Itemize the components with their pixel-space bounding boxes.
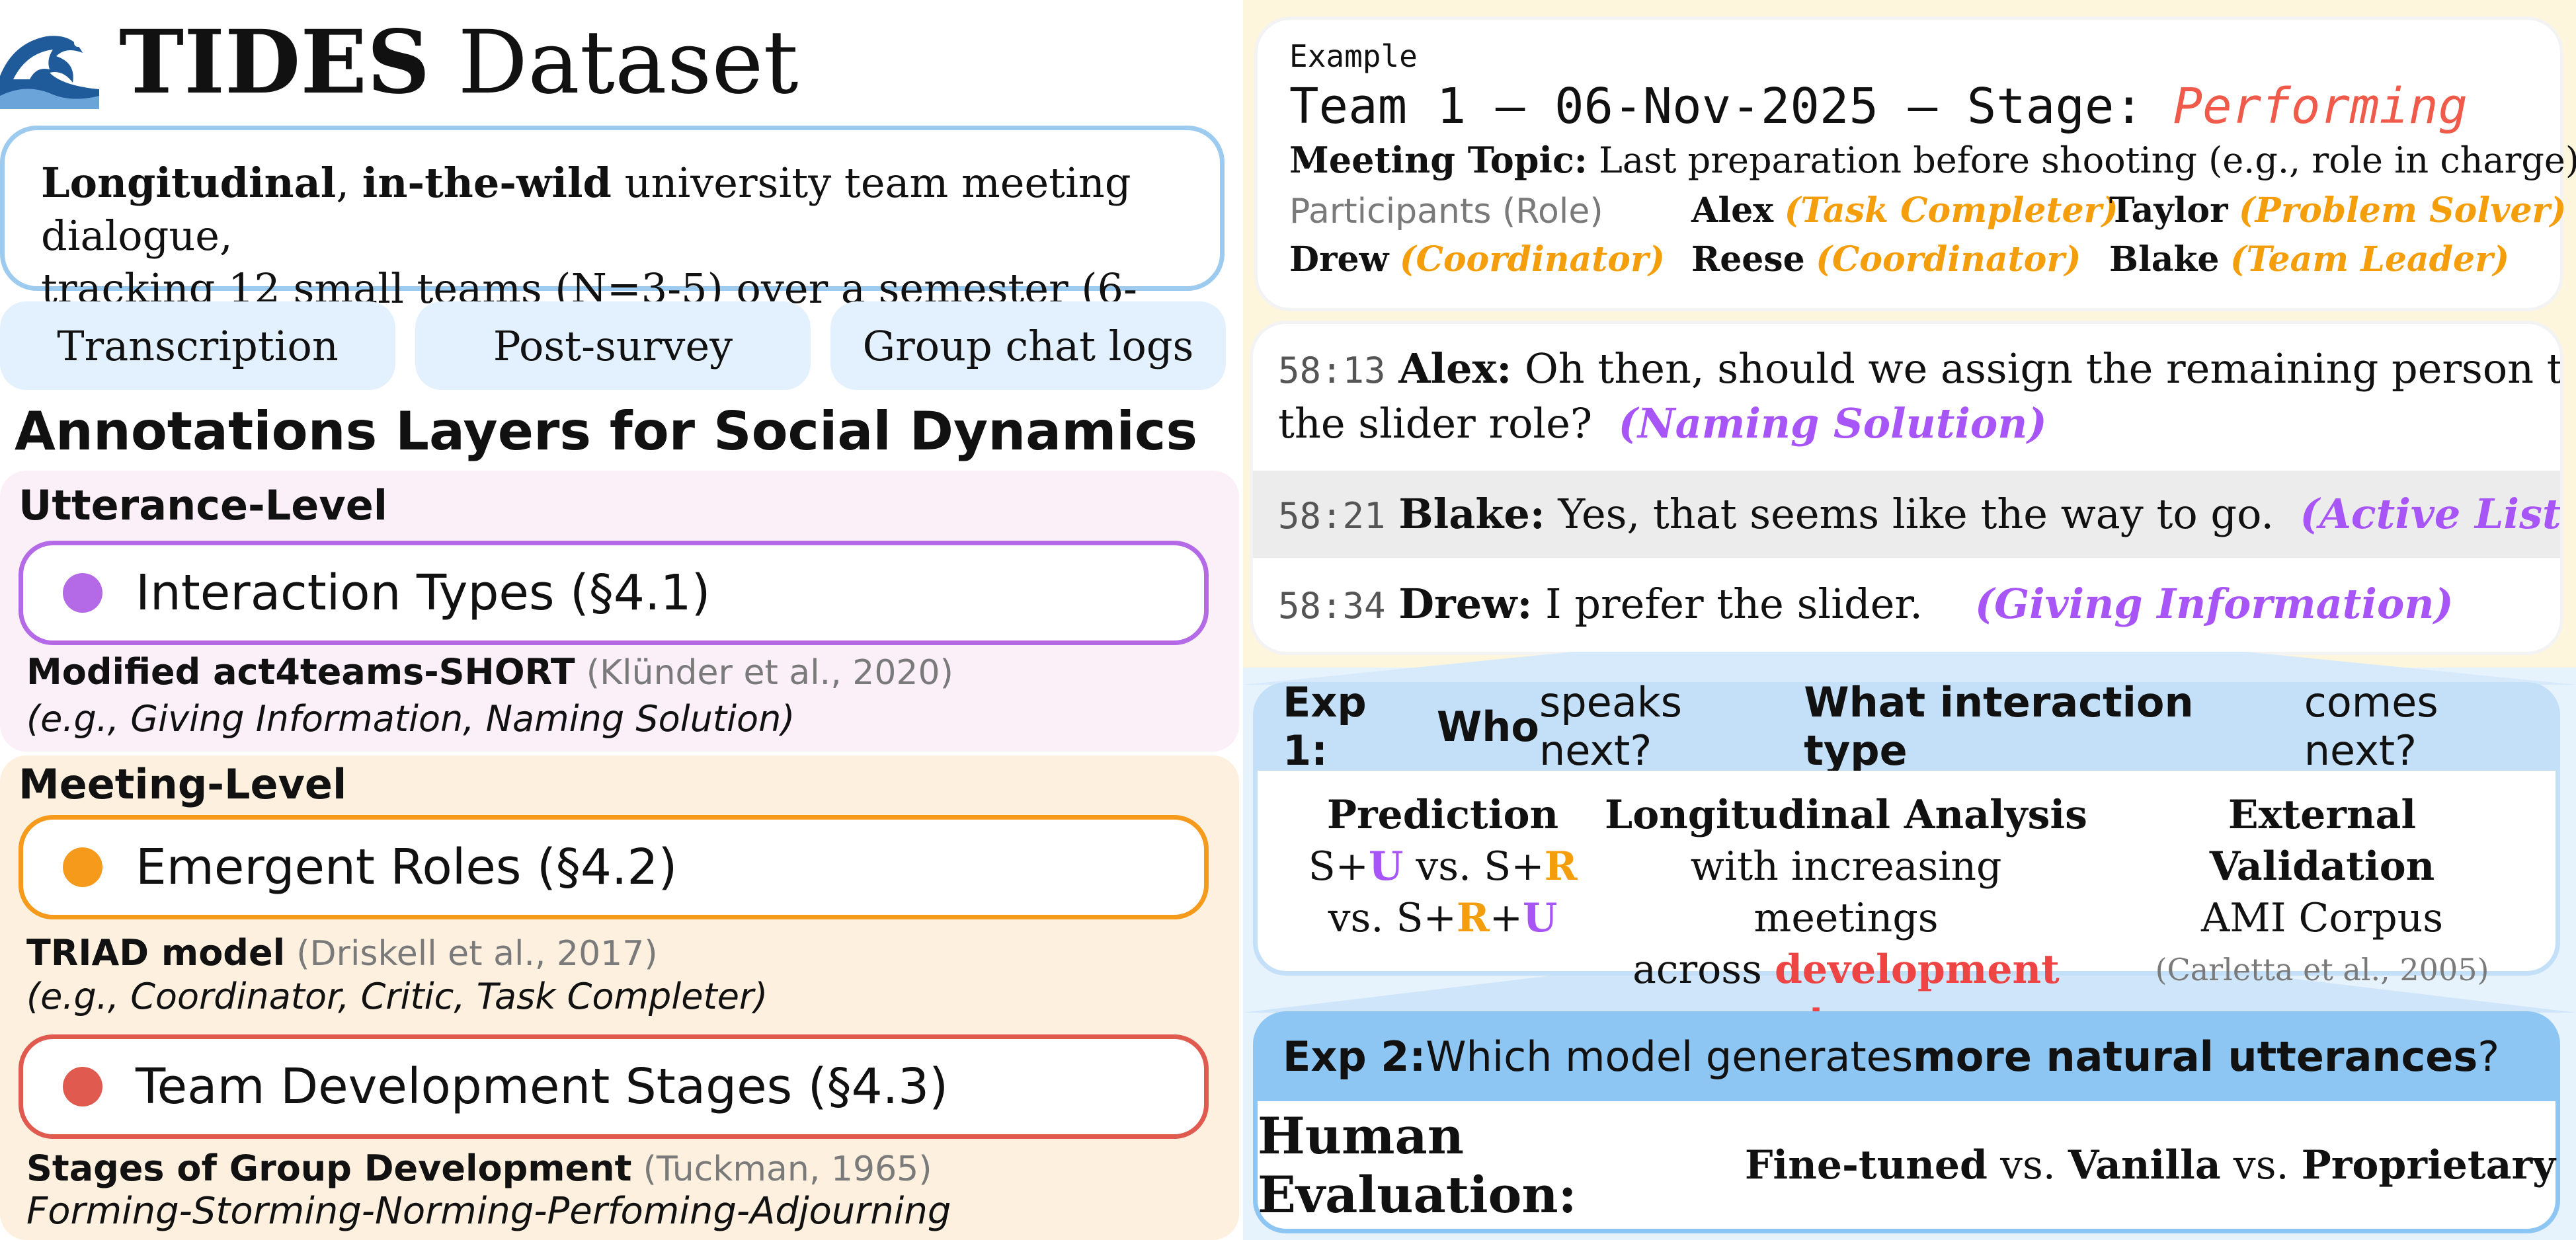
emergent-roles-layer: Emergent Roles (§4.2) <box>19 815 1209 919</box>
interaction-tag: (Active Listening) <box>2300 490 2560 538</box>
title-rest: Dataset <box>430 12 799 114</box>
participant: Reese (Coordinator) <box>1691 239 2081 280</box>
page-title: TIDES Dataset <box>0 7 1223 119</box>
exp1-body: Prediction S+U vs. S+R vs. S+R+U Longitu… <box>1253 771 2560 1044</box>
meeting-header: Team 1 – 06-Nov-2025 – Stage: Performing <box>1289 78 2468 135</box>
roles-examples: (e.g., Coordinator, Critic, Task Complet… <box>26 976 768 1017</box>
longitudinal-column: Longitudinal Analysis with increasing me… <box>1605 792 2087 1044</box>
participants-label: Participants (Role) <box>1289 192 1603 231</box>
annotations-heading: Annotations Layers for Social Dynamics <box>15 401 1197 462</box>
interaction-tag: (Giving Information) <box>1974 580 2454 628</box>
utterance-level-label: Utterance-Level <box>19 481 388 529</box>
participant: Blake (Team Leader) <box>2109 239 2510 280</box>
participant: Drew (Coordinator) <box>1289 239 1665 280</box>
meeting-meta-card: Example Team 1 – 06-Nov-2025 – Stage: Pe… <box>1258 20 2576 308</box>
orange-dot-icon <box>63 847 102 887</box>
participant: Taylor (Problem Solver) <box>2109 190 2567 231</box>
red-dot-icon <box>63 1067 102 1106</box>
interaction-examples: (e.g., Giving Information, Naming Soluti… <box>26 698 795 740</box>
stages-source: Stages of Group Development (Tuckman, 19… <box>26 1147 932 1189</box>
utterance-row: 58:13 Alex: Oh then, should we assign th… <box>1278 344 2560 447</box>
roles-source: TRIAD model (Driskell et al., 2017) <box>26 932 658 974</box>
interaction-tag: (Naming Solution) <box>1618 399 2047 447</box>
meeting-topic: Meeting Topic: Last preparation before s… <box>1289 139 2576 181</box>
utterance-row: 58:21 Blake: Yes, that seems like the wa… <box>1253 471 2560 558</box>
external-validation-column: External Validation AMI Corpus (Carletta… <box>2155 792 2489 988</box>
participant: Alex (Task Completer) <box>1691 190 2118 231</box>
source-transcription: Transcription <box>0 301 395 390</box>
interaction-source: Modified act4teams-SHORT (Klünder et al.… <box>26 651 953 693</box>
interaction-types-layer: Interaction Types (§4.1) <box>19 541 1209 645</box>
dialogue-card: 58:13 Alex: Oh then, should we assign th… <box>1253 324 2560 652</box>
title-bold: TIDES <box>119 11 430 114</box>
wave-icon <box>0 17 99 109</box>
example-label: Example <box>1289 38 1418 74</box>
stage-value: Performing <box>2173 78 2468 135</box>
utterance-row: 58:34 Drew: I prefer the slider. (Giving… <box>1278 580 2454 628</box>
prediction-column: Prediction S+U vs. S+R vs. S+R+U <box>1308 792 1578 941</box>
source-group-chat: Group chat logs <box>830 301 1226 390</box>
purple-dot-icon <box>63 573 102 613</box>
meeting-level-label: Meeting-Level <box>19 760 347 808</box>
human-evaluation-label: Human Evaluation: <box>1258 1106 1577 1224</box>
exp1-header: Exp 1: Who speaks next? What interaction… <box>1253 678 2560 775</box>
team-stages-layer: Team Development Stages (§4.3) <box>19 1034 1209 1139</box>
stages-examples: Forming-Storming-Norming-Perfoming-Adjou… <box>26 1190 951 1233</box>
dataset-description: Longitudinal, in-the-wild university tea… <box>0 126 1225 366</box>
source-post-survey: Post-survey <box>415 301 811 390</box>
exp2-header: Exp 2: Which model generates more natura… <box>1253 1011 2560 1101</box>
model-comparison: Fine-tuned vs. Vanilla vs. Proprietary <box>1744 1142 2556 1188</box>
exp2-body: Human Evaluation: Fine-tuned vs. Vanilla… <box>1253 1101 2560 1233</box>
